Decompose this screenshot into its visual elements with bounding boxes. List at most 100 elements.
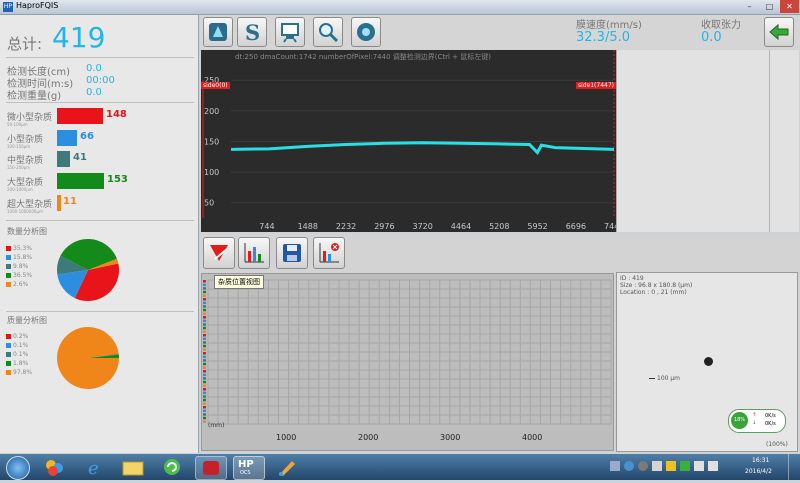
minimize-icon[interactable]: – xyxy=(740,0,759,13)
total-label: 总计: xyxy=(7,35,43,53)
legend-item: 0.1% xyxy=(6,351,32,358)
category-value: 148 xyxy=(106,109,127,120)
gear-dot-button[interactable] xyxy=(351,17,381,47)
refresh-app-icon[interactable] xyxy=(157,456,187,478)
defect-marker[interactable] xyxy=(203,308,206,312)
red-app-icon[interactable] xyxy=(195,456,227,480)
line-chart: 25020015010050744 1488 2232 2976 3720 4464 520… xyxy=(202,50,616,231)
defect-marker[interactable] xyxy=(203,380,206,384)
defect-size: Size : 96.8 x 180.8 (μm) xyxy=(620,282,693,289)
defect-marker[interactable] xyxy=(203,384,206,387)
magnifier-button[interactable] xyxy=(313,17,343,47)
mass-legend: 0.2% 0.1% 0.1% 1.8% 97.8% xyxy=(6,333,32,376)
brush-app-icon[interactable] xyxy=(272,456,302,478)
y-tick-label: 200 xyxy=(204,107,219,116)
legend-item: 36.5% xyxy=(6,272,32,279)
tray-icon[interactable] xyxy=(638,461,648,471)
grid-x-tick-label: 1000 xyxy=(276,433,296,442)
tray-icon[interactable] xyxy=(680,461,690,471)
defect-marker[interactable] xyxy=(203,388,206,391)
defect-marker[interactable] xyxy=(203,294,206,297)
defect-marker[interactable] xyxy=(203,344,206,348)
defect-marker[interactable] xyxy=(203,312,206,315)
ie-icon[interactable]: e xyxy=(80,456,110,479)
gauge-percent: 18% xyxy=(731,412,748,429)
defect-marker[interactable] xyxy=(203,298,206,301)
defect-marker[interactable] xyxy=(203,420,206,423)
close-icon[interactable]: ✕ xyxy=(780,0,799,13)
defect-marker[interactable] xyxy=(203,326,206,330)
show-desktop-button[interactable] xyxy=(788,454,800,480)
s-logo-button[interactable]: S xyxy=(237,17,267,47)
tray-icon[interactable] xyxy=(666,461,676,471)
defect-marker[interactable] xyxy=(203,406,206,409)
paint-icon[interactable] xyxy=(40,456,70,478)
defect-marker[interactable] xyxy=(203,323,206,326)
defect-marker[interactable] xyxy=(203,334,206,337)
defect-marker[interactable] xyxy=(203,416,206,420)
sensor-button[interactable] xyxy=(203,17,233,47)
defect-marker[interactable] xyxy=(203,373,206,377)
volume-icon[interactable] xyxy=(708,461,718,471)
defect-marker[interactable] xyxy=(203,395,206,398)
defect-marker[interactable] xyxy=(203,352,206,355)
defect-marker[interactable] xyxy=(203,409,206,413)
defect-marker[interactable] xyxy=(203,305,206,308)
defect-position-grid[interactable]: (mm) 1000 2000 3000 4000 xyxy=(201,273,614,451)
defect-marker[interactable] xyxy=(203,402,206,405)
tray-icon[interactable] xyxy=(652,461,662,471)
explorer-icon[interactable] xyxy=(118,456,148,478)
marker-button[interactable] xyxy=(203,237,235,269)
category-bar xyxy=(57,108,103,124)
film-image-panel xyxy=(616,50,799,232)
svg-text:S: S xyxy=(245,21,260,43)
hp-sub: OCS xyxy=(240,470,251,476)
defect-marker[interactable] xyxy=(203,391,206,395)
right-side-marker[interactable]: side1(7447) xyxy=(575,82,616,89)
defect-marker[interactable] xyxy=(203,362,206,366)
defect-marker[interactable] xyxy=(203,330,206,333)
defect-marker[interactable] xyxy=(203,413,206,416)
defect-marker[interactable] xyxy=(203,398,206,402)
monitor-button[interactable] xyxy=(275,17,305,47)
network-icon[interactable] xyxy=(694,461,704,471)
chart-delete-button[interactable] xyxy=(313,237,345,269)
defect-marker[interactable] xyxy=(203,290,206,294)
defect-marker[interactable] xyxy=(203,348,206,351)
defect-marker[interactable] xyxy=(203,341,206,344)
defect-marker[interactable] xyxy=(203,370,206,373)
defect-marker[interactable] xyxy=(203,280,206,283)
defect-marker[interactable] xyxy=(203,287,206,290)
grid-x-tick-label: 3000 xyxy=(440,433,460,442)
defect-marker[interactable] xyxy=(203,319,206,323)
divider xyxy=(6,102,194,103)
defect-marker[interactable] xyxy=(203,301,206,305)
defect-marker[interactable] xyxy=(203,377,206,380)
export-button[interactable] xyxy=(764,17,794,47)
help-icon[interactable] xyxy=(624,461,634,471)
export-arrow-icon xyxy=(769,23,789,41)
defect-marker[interactable] xyxy=(203,337,206,341)
defect-marker[interactable] xyxy=(203,316,206,319)
profile-series-line xyxy=(230,141,615,155)
category-bar xyxy=(57,151,70,167)
hp-app-icon[interactable]: HP OCS xyxy=(233,456,265,480)
count-pie-chart xyxy=(57,239,119,301)
defect-marker[interactable] xyxy=(203,366,206,369)
start-button[interactable] xyxy=(6,456,30,480)
defect-marker[interactable] xyxy=(203,283,206,287)
bar-chart-button[interactable] xyxy=(238,237,270,269)
defect-marker[interactable] xyxy=(203,355,206,359)
left-side-marker[interactable]: side0(0) xyxy=(201,82,230,89)
tray-icon[interactable] xyxy=(610,461,620,471)
mass-pie-chart xyxy=(57,326,119,389)
category-range: 100-150μm xyxy=(7,144,31,149)
weight-label: 检测重量(g) xyxy=(7,91,62,102)
profile-chart[interactable]: dt:250 dmaCount:1742 numberOfPixel:7440 … xyxy=(201,50,616,232)
rate-widget: 18% ↑ ↓ 0K/s 0K/s xyxy=(728,409,786,433)
defect-marker[interactable] xyxy=(203,359,206,362)
maximize-icon[interactable]: □ xyxy=(760,0,779,13)
category-range: 50-100μm xyxy=(7,122,28,127)
save-button[interactable] xyxy=(276,237,308,269)
count-chart-title: 数量分析图 xyxy=(7,227,47,236)
